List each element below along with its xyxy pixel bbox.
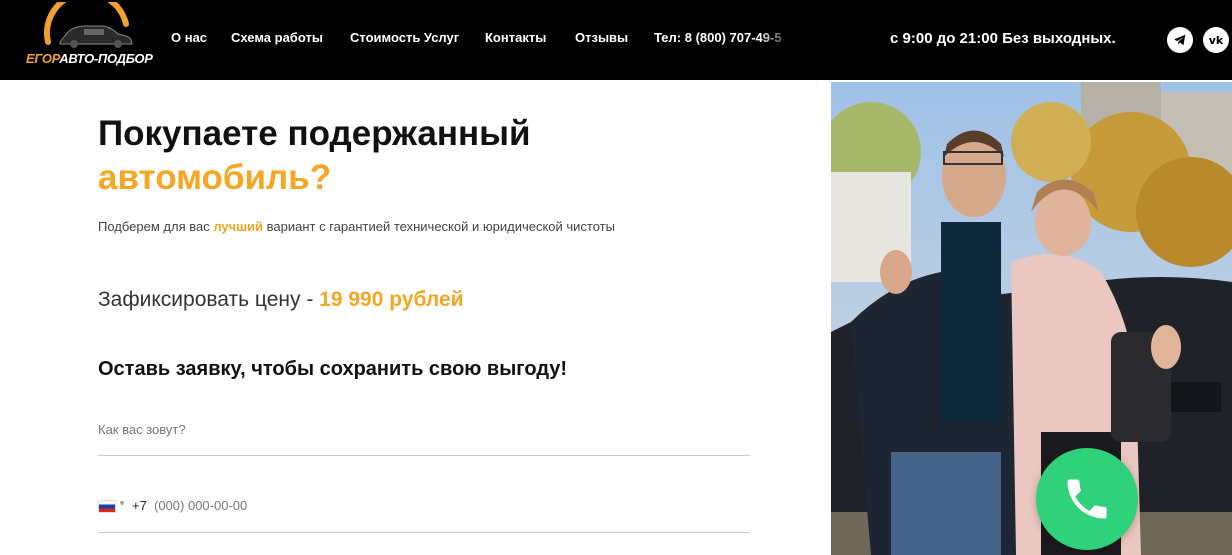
price-line: Зафиксировать цену - 19 990 рублей: [98, 288, 464, 312]
chevron-down-icon[interactable]: ▼: [118, 499, 126, 508]
nav-item-pricing[interactable]: Стоимость Услуг: [350, 30, 459, 45]
nav-item-reviews[interactable]: Отзывы: [575, 30, 628, 45]
hero-subtitle: Подберем для вас лучший вариант с гарант…: [98, 219, 615, 234]
phone-country-code: +7: [132, 498, 147, 513]
telegram-icon: [1174, 34, 1186, 46]
nav-item-workflow[interactable]: Схема работы: [231, 30, 323, 45]
hero-photo: [831, 82, 1232, 555]
logo[interactable]: ЕГОРАВТО-ПОДБОР: [22, 2, 153, 76]
price-value: 19 990 рублей: [319, 288, 464, 311]
working-hours: с 9:00 до 21:00 Без выходных.: [890, 30, 1116, 47]
header: ЕГОРАВТО-ПОДБОР О нас Схема работы Стоим…: [0, 0, 1232, 80]
name-field: [98, 412, 750, 456]
hero-title-line2: автомобиль?: [98, 158, 332, 197]
phone-input[interactable]: [154, 498, 454, 513]
call-button[interactable]: [1036, 448, 1138, 550]
car-logo-icon: [44, 2, 133, 48]
nav-item-contacts[interactable]: Контакты: [485, 30, 546, 45]
phone-icon: [1067, 479, 1107, 519]
form-heading: Оставь заявку, чтобы сохранить свою выго…: [98, 358, 568, 380]
customers-photo: [831, 82, 1232, 555]
hero-title: Покупаете подержанный автомобиль?: [98, 112, 531, 200]
russia-flag-icon[interactable]: [98, 500, 116, 513]
logo-text: ЕГОРАВТО-ПОДБОР: [26, 51, 153, 66]
header-phone[interactable]: Тел: 8 (800) 707-49-5: [654, 30, 794, 45]
nav-item-about[interactable]: О нас: [171, 30, 207, 45]
name-input[interactable]: [98, 422, 698, 437]
phone-field: ▼ +7: [98, 488, 750, 533]
hero-title-line1: Покупаете подержанный: [98, 114, 531, 153]
vk-icon: vk: [1208, 33, 1224, 47]
price-label: Зафиксировать цену -: [98, 288, 320, 311]
telegram-button[interactable]: [1167, 27, 1193, 53]
vk-button[interactable]: vk: [1203, 27, 1229, 53]
